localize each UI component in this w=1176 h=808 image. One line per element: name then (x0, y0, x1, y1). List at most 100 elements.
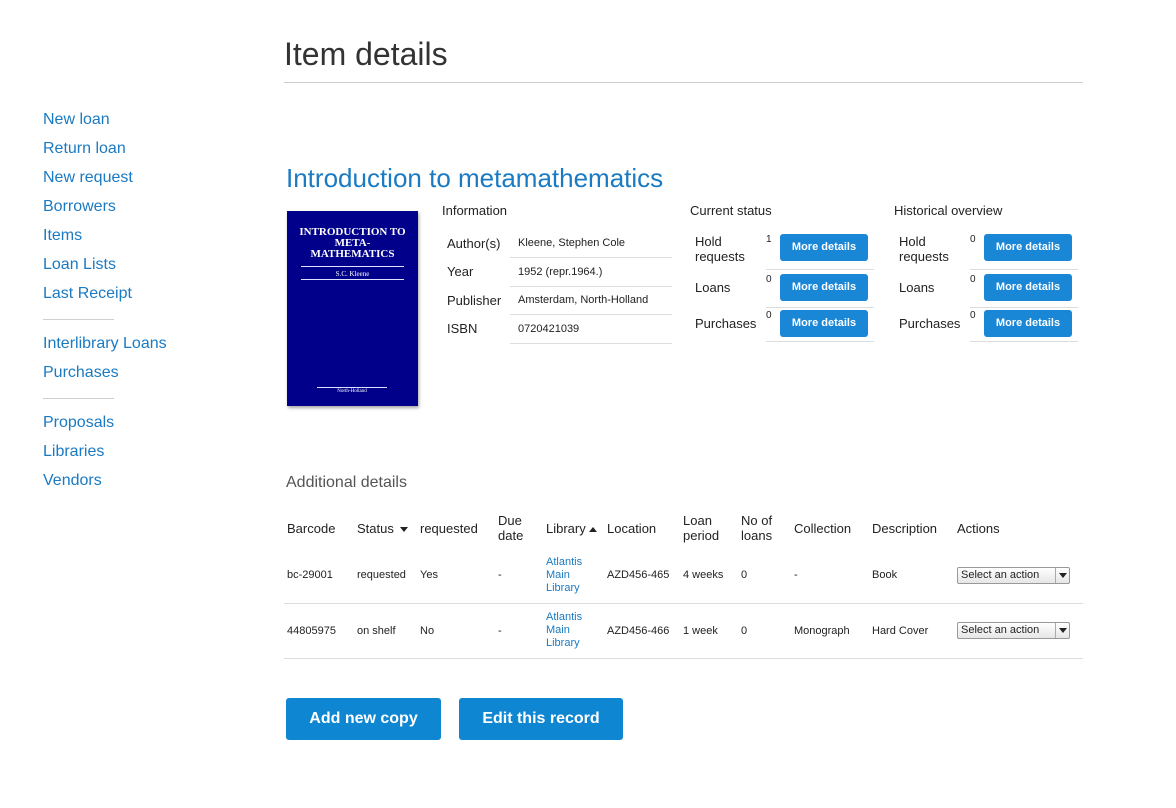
sidebar-item-new-loan[interactable]: New loan (43, 110, 173, 139)
table-header-row: Barcode Status requested Due date Librar… (284, 508, 1083, 548)
col-label: Due date (498, 513, 524, 543)
cell-library: Atlantis Main Library (543, 548, 604, 604)
info-key: Year (447, 264, 474, 280)
info-key: Author(s) (447, 235, 501, 251)
action-select[interactable]: Select an action (957, 622, 1070, 639)
status-label: Purchases (695, 316, 757, 331)
cell-requested: Yes (417, 548, 495, 604)
chevron-down-icon (1055, 567, 1069, 583)
history-row-purchases: Purchases 0 More details (894, 307, 1084, 345)
library-link[interactable]: Atlantis Main Library (546, 556, 594, 595)
history-count: 0 (970, 274, 976, 285)
sidebar-item-libraries[interactable]: Libraries (43, 442, 173, 471)
info-value: Amsterdam, North-Holland (510, 286, 672, 315)
col-library[interactable]: Library (543, 508, 604, 548)
col-status[interactable]: Status (354, 508, 417, 548)
cell-no-of-loans: 0 (738, 548, 791, 604)
history-count: 0 (970, 310, 976, 321)
title-divider (284, 82, 1083, 83)
cell-loan-period: 4 weeks (680, 548, 738, 604)
row-divider (970, 341, 1078, 342)
col-label: Collection (794, 520, 852, 536)
cover-rule (301, 279, 404, 280)
sort-desc-icon (399, 526, 408, 532)
col-label: Location (607, 520, 657, 536)
cell-due-date: - (495, 548, 543, 604)
history-count: 0 (970, 234, 976, 245)
book-cover: INTRODUCTION TO META-MATHEMATICS S.C. Kl… (287, 211, 418, 406)
library-link[interactable]: Atlantis Main Library (546, 611, 594, 650)
sidebar-item-last-receipt[interactable]: Last Receipt (43, 284, 173, 313)
status-row-hold-requests: Hold requests 1 More details (690, 229, 880, 270)
col-label: Barcode (287, 520, 336, 536)
info-value: 0720421039 (510, 314, 672, 344)
information-heading: Information (442, 203, 508, 218)
status-label: Loans (695, 280, 731, 295)
status-label: Hold requests (695, 234, 745, 264)
cell-description: Hard Cover (869, 603, 954, 659)
col-requested[interactable]: requested (417, 508, 495, 548)
col-label: Library (546, 520, 586, 536)
items-table: Barcode Status requested Due date Librar… (284, 508, 1083, 659)
col-location[interactable]: Location (604, 508, 680, 548)
cell-barcode: 44805975 (284, 603, 354, 659)
history-label: Purchases (899, 316, 961, 331)
chevron-down-icon (1055, 623, 1069, 638)
col-description[interactable]: Description (869, 508, 954, 548)
sidebar-item-vendors[interactable]: Vendors (43, 471, 173, 500)
cover-rule (301, 266, 404, 267)
sidebar-item-interlibrary-loans[interactable]: Interlibrary Loans (43, 334, 173, 363)
more-details-button[interactable]: More details (780, 274, 868, 301)
col-label: Loan period (683, 513, 720, 543)
col-barcode[interactable]: Barcode (284, 508, 354, 548)
info-row: Year 1952 (repr.1964.) (442, 257, 672, 287)
information-table: Author(s) Kleene, Stephen Cole Year 1952… (442, 229, 672, 344)
action-select-value: Select an action (961, 568, 1040, 581)
sort-asc-icon (588, 526, 597, 532)
cell-barcode: bc-29001 (284, 548, 354, 604)
status-count: 0 (766, 310, 772, 321)
col-label: Actions (957, 520, 1000, 536)
sidebar-item-return-loan[interactable]: Return loan (43, 139, 173, 168)
sidebar-item-purchases[interactable]: Purchases (43, 363, 173, 392)
action-select[interactable]: Select an action (957, 566, 1070, 584)
historical-overview-heading: Historical overview (894, 203, 1003, 218)
cell-requested: No (417, 603, 495, 659)
sidebar-divider (43, 319, 114, 320)
more-details-button[interactable]: More details (984, 274, 1072, 301)
current-status-heading: Current status (690, 203, 772, 218)
col-due-date[interactable]: Due date (495, 508, 543, 548)
sidebar-item-items[interactable]: Items (43, 226, 173, 255)
cell-due-date: - (495, 603, 543, 659)
add-new-copy-button[interactable]: Add new copy (286, 698, 441, 740)
info-value: Kleene, Stephen Cole (510, 229, 672, 258)
info-row: Publisher Amsterdam, North-Holland (442, 286, 672, 315)
sidebar-item-new-request[interactable]: New request (43, 168, 173, 197)
status-row-purchases: Purchases 0 More details (690, 307, 880, 345)
col-label: No of loans (741, 513, 773, 543)
sidebar-item-loan-lists[interactable]: Loan Lists (43, 255, 173, 284)
more-details-button[interactable]: More details (984, 310, 1072, 337)
col-no-of-loans[interactable]: No of loans (738, 508, 791, 548)
status-count: 0 (766, 274, 772, 285)
more-details-button[interactable]: More details (780, 310, 868, 337)
sidebar-item-borrowers[interactable]: Borrowers (43, 197, 173, 226)
cell-actions: Select an action (954, 603, 1083, 659)
edit-record-button[interactable]: Edit this record (459, 698, 623, 740)
cover-author: S.C. Kleene (335, 270, 370, 278)
sidebar-item-proposals[interactable]: Proposals (43, 413, 173, 442)
col-collection[interactable]: Collection (791, 508, 869, 548)
info-key: Publisher (447, 292, 502, 308)
info-row: ISBN 0720421039 (442, 314, 672, 344)
sidebar-nav: New loan Return loan New request Borrowe… (43, 110, 173, 500)
history-label: Hold requests (899, 234, 949, 264)
col-label: Description (872, 520, 938, 536)
more-details-button[interactable]: More details (984, 234, 1072, 261)
col-loan-period[interactable]: Loan period (680, 508, 738, 548)
row-divider (766, 341, 874, 342)
info-row: Author(s) Kleene, Stephen Cole (442, 229, 672, 258)
more-details-button[interactable]: More details (780, 234, 868, 261)
history-row-hold-requests: Hold requests 0 More details (894, 229, 1084, 270)
info-key: ISBN (447, 321, 478, 337)
status-row-loans: Loans 0 More details (690, 269, 880, 308)
